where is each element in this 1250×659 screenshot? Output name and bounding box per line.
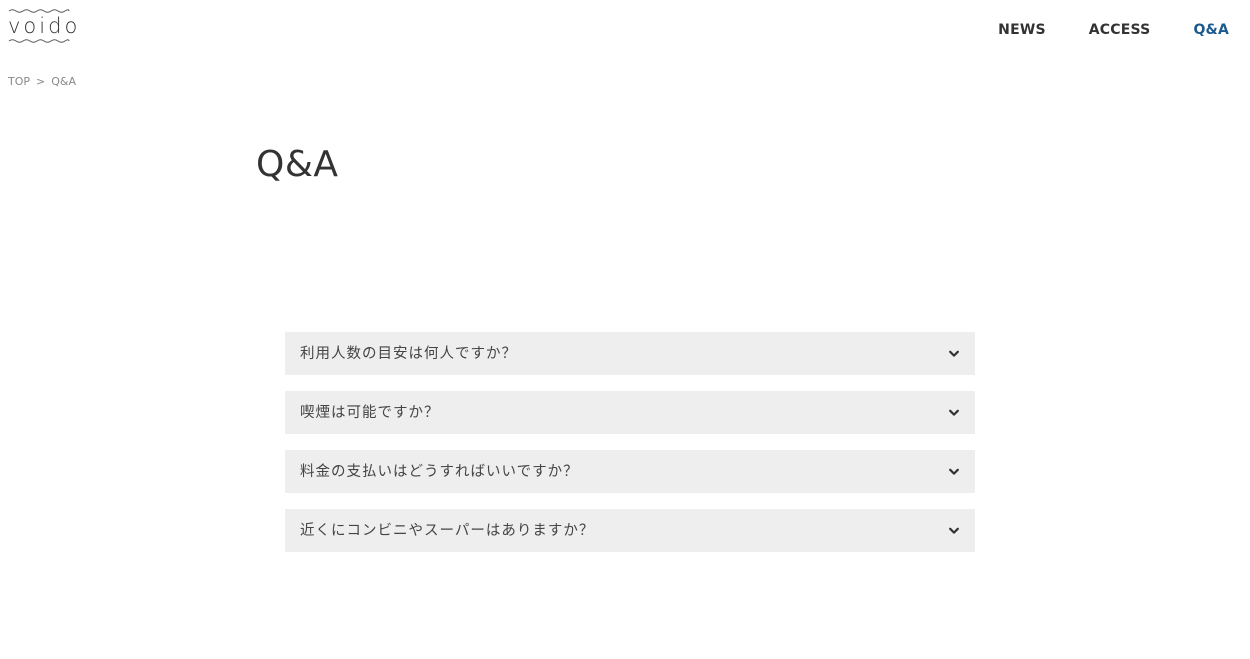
faq-item[interactable]: 利用人数の目安は何人ですか？ xyxy=(285,332,975,375)
faq-question: 近くにコンビニやスーパーはありますか？ xyxy=(300,522,595,539)
faq-item[interactable]: 料金の支払いはどうすればいいですか？ xyxy=(285,450,975,493)
breadcrumb-separator: > xyxy=(36,75,46,88)
main-nav: NEWS ACCESS Q&A xyxy=(955,20,1229,40)
chevron-down-icon xyxy=(948,525,960,537)
chevron-down-icon xyxy=(948,466,960,478)
faq-question: 利用人数の目安は何人ですか？ xyxy=(300,345,517,362)
faq-list: 利用人数の目安は何人ですか？ 喫煙は可能ですか？ 料金の支払いはどうすればいいで… xyxy=(285,332,975,568)
chevron-down-icon xyxy=(948,407,960,419)
breadcrumb-top-link[interactable]: TOP xyxy=(8,75,30,89)
nav-qa-link[interactable]: Q&A xyxy=(1193,20,1229,40)
faq-item[interactable]: 喫煙は可能ですか？ xyxy=(285,391,975,434)
breadcrumb-current: Q&A xyxy=(51,75,76,88)
logo-text: voido xyxy=(8,14,81,38)
faq-question: 料金の支払いはどうすればいいですか？ xyxy=(300,463,579,480)
faq-item[interactable]: 近くにコンビニやスーパーはありますか？ xyxy=(285,509,975,552)
chevron-down-icon xyxy=(948,348,960,360)
faq-question: 喫煙は可能ですか？ xyxy=(300,404,440,421)
logo-wave-bottom-icon xyxy=(8,39,70,43)
breadcrumb: TOP > Q&A xyxy=(8,75,76,89)
site-logo[interactable]: voido xyxy=(8,8,77,52)
page: voido NEWS ACCESS Q&A TOP > Q&A Q&A 利用人数… xyxy=(0,0,1250,659)
page-title: Q&A xyxy=(256,144,339,185)
nav-news-link[interactable]: NEWS xyxy=(998,20,1046,40)
nav-access-link[interactable]: ACCESS xyxy=(1089,20,1151,40)
